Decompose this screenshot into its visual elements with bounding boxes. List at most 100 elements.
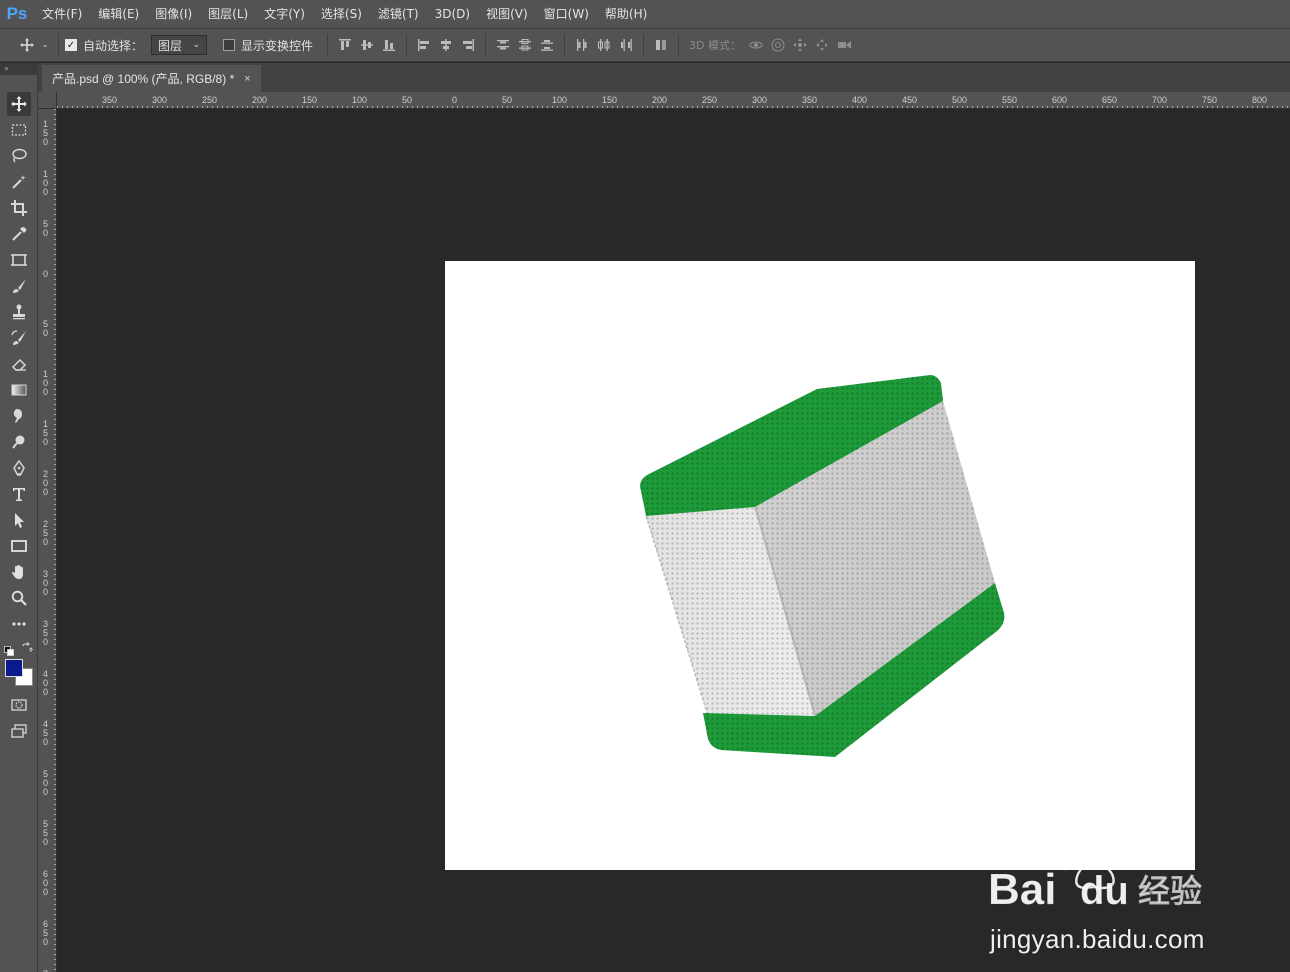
- align-bottom-edges-icon[interactable]: [378, 34, 400, 56]
- 3d-orbit-icon[interactable]: [745, 34, 767, 56]
- default-colors-icon[interactable]: [4, 641, 14, 656]
- lasso-icon[interactable]: [7, 144, 31, 168]
- document-tab[interactable]: 产品.psd @ 100% (产品, RGB/8) * ×: [42, 65, 261, 92]
- pen-icon[interactable]: [7, 456, 31, 480]
- ruler-label: 0: [43, 637, 48, 647]
- align-top-edges-icon[interactable]: [334, 34, 356, 56]
- ruler-label: 0: [43, 137, 48, 147]
- eyedropper-icon[interactable]: [7, 222, 31, 246]
- auto-align-layers-icon[interactable]: [650, 34, 672, 56]
- product-box-image: [640, 375, 1005, 757]
- magic-wand-icon[interactable]: [7, 170, 31, 194]
- more-tools-icon[interactable]: [7, 612, 31, 636]
- clone-stamp-icon[interactable]: [7, 300, 31, 324]
- distribute-bottom-icon[interactable]: [536, 34, 558, 56]
- ruler-label: 700: [1152, 95, 1167, 105]
- toolbar-collapse-handle[interactable]: »: [0, 63, 38, 75]
- menu-help[interactable]: 帮助(H): [597, 0, 655, 28]
- zoom-icon[interactable]: [7, 586, 31, 610]
- menu-filter[interactable]: 滤镜(T): [370, 0, 427, 28]
- move-tool-icon[interactable]: [7, 92, 31, 116]
- gradient-icon[interactable]: [7, 378, 31, 402]
- auto-select-target-value: 图层: [158, 38, 183, 53]
- distribute-vertical-centers-icon[interactable]: [514, 34, 536, 56]
- rectangular-marquee-icon[interactable]: [7, 118, 31, 142]
- 3d-pan-icon[interactable]: [789, 34, 811, 56]
- distribute-right-icon[interactable]: [615, 34, 637, 56]
- menu-layer[interactable]: 图层(L): [200, 0, 256, 28]
- ruler-label: 550: [1002, 95, 1017, 105]
- ruler-label: 50: [402, 95, 412, 105]
- brush-icon[interactable]: [7, 274, 31, 298]
- rectangle-shape-icon[interactable]: [7, 534, 31, 558]
- align-horizontal-centers-icon[interactable]: [435, 34, 457, 56]
- show-transform-checkbox[interactable]: [223, 39, 236, 51]
- screen-mode-icon[interactable]: [7, 719, 31, 743]
- align-right-edges-icon[interactable]: [457, 34, 479, 56]
- ruler-label: 450: [902, 95, 917, 105]
- ruler-label: 500: [952, 95, 967, 105]
- watermark-url: jingyan.baidu.com: [990, 924, 1205, 954]
- distribute-horizontal-centers-icon[interactable]: [593, 34, 615, 56]
- document-canvas[interactable]: [445, 261, 1195, 870]
- 3d-roll-icon[interactable]: [767, 34, 789, 56]
- vertical-ruler[interactable]: 1501005005010015020025030035040045050055…: [38, 109, 57, 972]
- ruler-label: 0: [43, 537, 48, 547]
- quick-mask-icon[interactable]: [7, 693, 31, 717]
- ruler-label: 0: [43, 387, 48, 397]
- ruler-label: 150: [602, 95, 617, 105]
- type-tool-icon[interactable]: [7, 482, 31, 506]
- hand-icon[interactable]: [7, 560, 31, 584]
- photoshop-window: Ps 文件(F) 编辑(E) 图像(I) 图层(L) 文字(Y) 选择(S) 滤…: [0, 0, 1290, 972]
- tools-panel: [0, 75, 38, 972]
- svg-text:经验: 经验: [1138, 872, 1202, 910]
- baidu-logo: Bai du 经验: [988, 832, 1202, 914]
- chevron-down-icon[interactable]: ⌄: [38, 34, 52, 56]
- horizontal-ruler[interactable]: 350 300 250 200 150 100 50 0 50 100 150 200 250 300 35…: [57, 92, 1290, 109]
- menu-image[interactable]: 图像(I): [147, 0, 200, 28]
- separator: [327, 34, 329, 56]
- foreground-color-swatch[interactable]: [5, 659, 23, 677]
- 3d-scale-icon[interactable]: [833, 34, 855, 56]
- menu-edit[interactable]: 编辑(E): [90, 0, 147, 28]
- frame-tool-icon[interactable]: [7, 248, 31, 272]
- separator: [678, 34, 680, 56]
- move-tool-preset-icon[interactable]: [16, 34, 38, 56]
- ruler-label: 250: [202, 95, 217, 105]
- menu-type[interactable]: 文字(Y): [256, 0, 313, 28]
- distribute-left-icon[interactable]: [571, 34, 593, 56]
- auto-select-target-dropdown[interactable]: 图层 ⌄: [151, 35, 208, 55]
- chevron-down-icon: ⌄: [192, 40, 201, 50]
- ruler-label: 350: [802, 95, 817, 105]
- ruler-origin[interactable]: [38, 92, 57, 109]
- path-selection-icon[interactable]: [7, 508, 31, 532]
- align-left-edges-icon[interactable]: [413, 34, 435, 56]
- ruler-label: 200: [252, 95, 267, 105]
- menu-view[interactable]: 视图(V): [478, 0, 536, 28]
- ruler-label: 400: [852, 95, 867, 105]
- menu-file[interactable]: 文件(F): [34, 0, 90, 28]
- menu-window[interactable]: 窗口(W): [536, 0, 597, 28]
- ruler-label: 0: [43, 587, 48, 597]
- auto-select-label: 自动选择：: [83, 38, 144, 53]
- history-brush-icon[interactable]: [7, 326, 31, 350]
- ruler-label: 0: [43, 437, 48, 447]
- close-icon[interactable]: ×: [244, 73, 250, 85]
- 3d-slide-icon[interactable]: [811, 34, 833, 56]
- blur-icon[interactable]: [7, 404, 31, 428]
- eraser-icon[interactable]: [7, 352, 31, 376]
- ruler-label: 100: [352, 95, 367, 105]
- auto-select-checkbox[interactable]: ✓: [65, 39, 77, 51]
- crop-icon[interactable]: [7, 196, 31, 220]
- swap-colors-icon[interactable]: [21, 639, 33, 652]
- align-vertical-centers-icon[interactable]: [356, 34, 378, 56]
- dodge-icon[interactable]: [7, 430, 31, 454]
- ruler-label: 0: [43, 887, 48, 897]
- menu-select[interactable]: 选择(S): [313, 0, 370, 28]
- separator: [485, 34, 487, 56]
- distribute-top-icon[interactable]: [492, 34, 514, 56]
- ruler-label: 300: [752, 95, 767, 105]
- separator: [406, 34, 408, 56]
- menu-3d[interactable]: 3D(D): [427, 0, 478, 28]
- show-transform-label: 显示变换控件: [241, 38, 314, 53]
